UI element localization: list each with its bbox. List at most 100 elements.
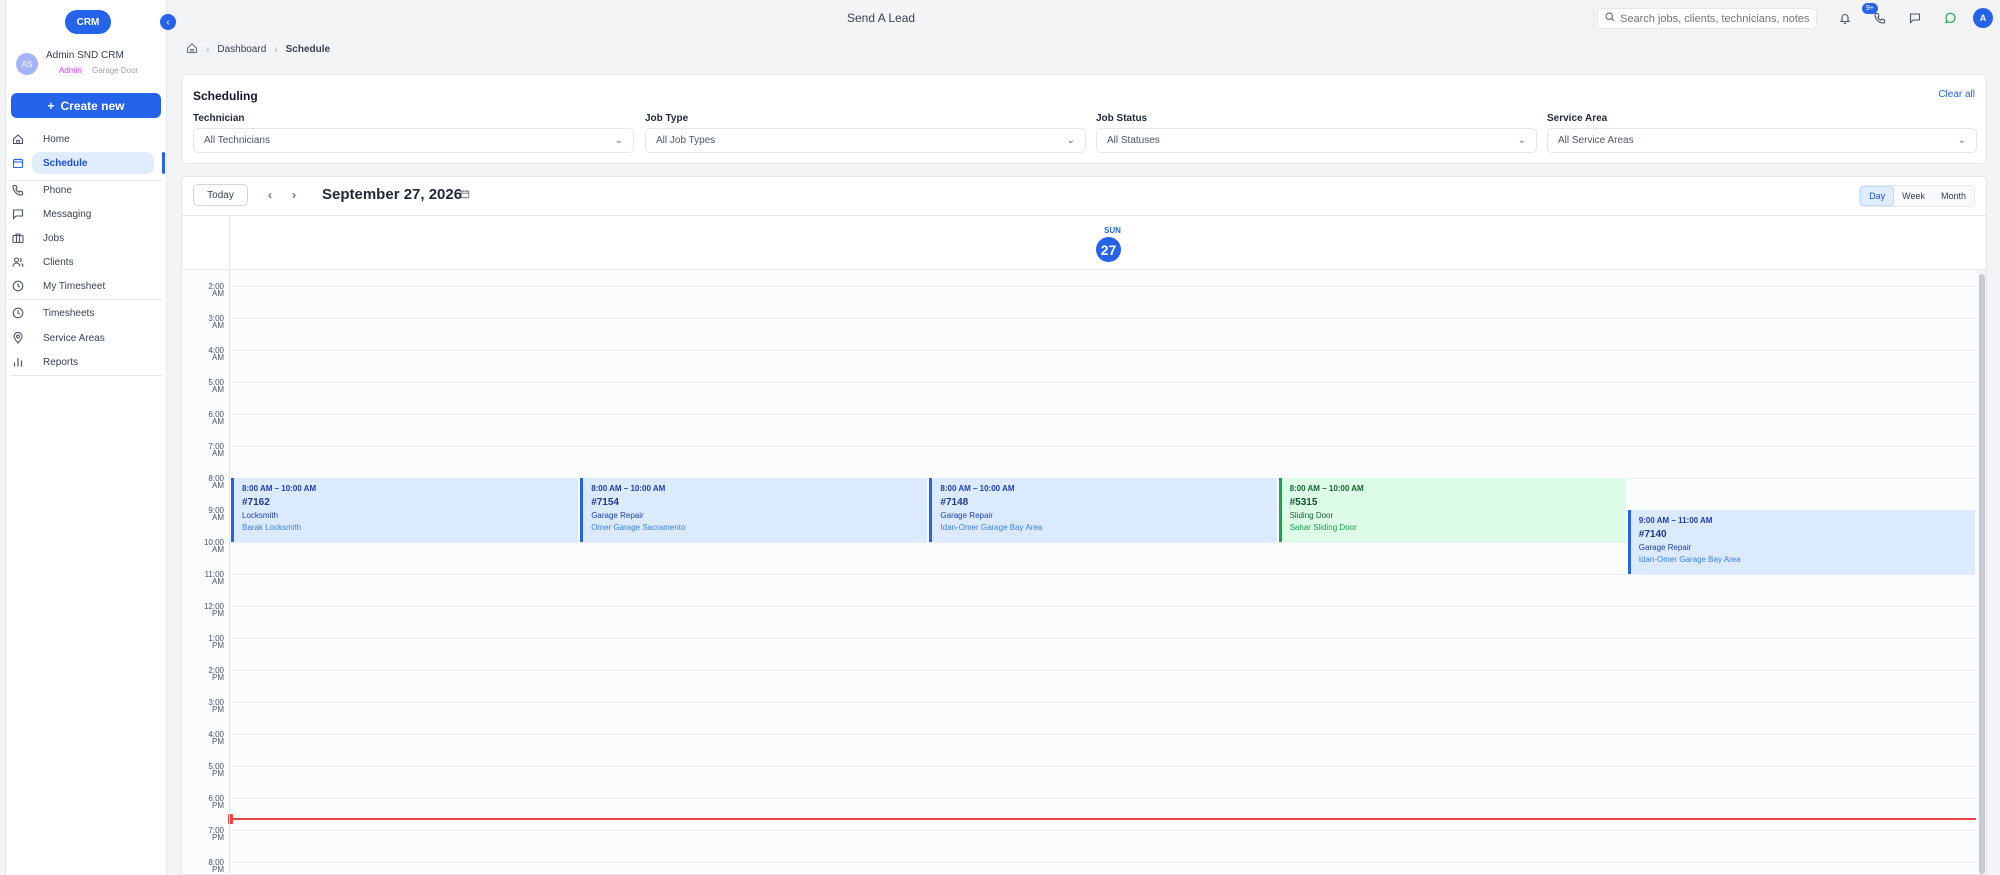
event-card[interactable]: 8:00 AM – 10:00 AM #7162 Locksmith Barak Lo… [231,478,579,542]
current-time-line [229,817,1976,820]
hour-label: 8:00 AM [208,474,224,490]
crm-logo[interactable]: CRM [65,10,111,34]
job-status-select[interactable]: All Statuses ⌄ [1096,128,1537,153]
sidebar-item-phone[interactable]: Phone [6,179,166,201]
hour-line [229,798,1976,799]
scrollbar-thumb[interactable] [1979,274,1985,874]
hour-label: 9:00 AM [208,506,224,522]
chevron-right-icon: › [206,43,210,55]
avatar[interactable]: A [1973,8,1993,28]
sidebar: CRM ‹ AS Admin SND CRM Admin Garage Door… [5,0,176,875]
bell-icon[interactable] [1837,10,1853,26]
chevron-right-icon[interactable]: › [285,185,303,205]
chevron-left-icon[interactable]: ‹ [261,185,279,205]
time-grid[interactable]: 2:00 AM 3:00 AM 4:00 AM 5:00 AM 6:00 AM 7:00 AM 8:00… [182,270,1986,874]
phone-icon [12,184,24,196]
select-value: All Technicians [204,135,270,146]
view-month-button[interactable]: Month [1933,186,1974,206]
hour-label: 7:00 PM [208,826,224,842]
select-value: All Service Areas [1558,135,1634,146]
sidebar-item-reports[interactable]: Reports [6,351,166,373]
org-name: Garage Door [92,66,139,75]
event-time: 8:00 AM – 10:00 AM [1289,484,1364,493]
sidebar-item-messaging[interactable]: Messaging [6,203,166,225]
hour-label: 5:00 PM [208,762,224,778]
event-technician: Barak Locksmith [242,523,302,532]
technician-select[interactable]: All Technicians ⌄ [193,128,634,153]
clock-icon [12,307,24,319]
calendar-date-title: September 27, 2026 [322,186,463,203]
search-input[interactable] [1620,12,1810,25]
event-card[interactable]: 8:00 AM – 10:00 AM #7154 Garage Repair Omer… [580,478,928,542]
sidebar-item-home[interactable]: Home [6,128,166,150]
collapse-sidebar-button[interactable]: ‹ [160,14,176,30]
hour-label: 4:00 PM [208,730,224,746]
sidebar-item-label: Phone [43,184,72,196]
hour-label: 5:00 AM [208,378,224,394]
sidebar-item-jobs[interactable]: Jobs [6,227,166,249]
hour-label: 2:00 PM [208,666,224,682]
chat-icon[interactable] [1907,10,1923,26]
view-week-button[interactable]: Week [1894,186,1933,206]
sidebar-item-schedule[interactable]: Schedule [6,152,166,174]
event-type: Garage Repair [1638,543,1692,552]
role-badge: Admin [55,65,86,76]
event-card[interactable]: 9:00 AM – 11:00 AM #7140 Garage Repair Idan… [1627,510,1975,574]
filter-label: Job Status [1096,113,1148,124]
clock-icon [12,280,24,292]
hour-line [229,606,1976,607]
global-search[interactable] [1597,8,1817,29]
event-id: #7140 [1638,529,1667,540]
service-area-select[interactable]: All Service Areas ⌄ [1547,128,1977,153]
hour-label: 12:00 PM [203,602,224,618]
event-technician: Sahar Sliding Door [1289,523,1357,532]
sidebar-item-timesheets[interactable]: Timesheets [6,302,166,324]
day-number[interactable]: 27 [1096,237,1121,262]
whatsapp-icon[interactable] [1942,10,1958,26]
hour-line [229,382,1976,383]
sidebar-item-my-timesheet[interactable]: My Timesheet [6,275,166,297]
hour-line [229,414,1976,415]
calendar-icon[interactable] [460,189,470,202]
home-icon [12,133,24,145]
clear-all-link[interactable]: Clear all [1938,89,1975,100]
user-name: Admin SND CRM [46,50,124,61]
create-new-button[interactable]: + Create new [11,93,161,118]
technician-filter: Technician All Technicians ⌄ [193,113,634,153]
calendar-scrollbar[interactable] [1978,270,1986,874]
event-type: Garage Repair [940,511,993,520]
filter-label: Job Type [645,113,689,124]
event-time: 9:00 AM – 11:00 AM [1638,516,1713,525]
user-profile[interactable]: AS Admin SND CRM Admin Garage Door [16,50,166,78]
hour-label: 2:00 AM [208,282,224,298]
notification-badge: 9+ [1862,3,1878,14]
filters-title: Scheduling [193,89,258,103]
app-title: Send A Lead [847,11,916,25]
sidebar-item-clients[interactable]: Clients [6,251,166,273]
sidebar-item-label: Home [43,133,70,145]
sidebar-item-label: Service Areas [43,332,105,344]
day-name: SUN [1104,226,1121,235]
sidebar-item-service-areas[interactable]: Service Areas [6,327,166,349]
hour-line [229,446,1976,447]
hour-label: 1:00 PM [208,634,224,650]
event-card[interactable]: 8:00 AM – 10:00 AM #7148 Garage Repair Idan… [929,478,1277,542]
hour-line [229,318,1976,319]
view-day-button[interactable]: Day [1860,186,1895,206]
sidebar-item-label: Timesheets [43,307,95,319]
sidebar-item-label: Jobs [43,232,65,244]
top-bar: Send A Lead 9+ A [167,0,2000,37]
event-technician: Omer Garage Sacramento [591,523,686,532]
job-type-select[interactable]: All Job Types ⌄ [645,128,1086,153]
event-technician: Idan-Omer Garage Bay Area [1638,555,1741,564]
event-card[interactable]: 8:00 AM – 10:00 AM #5315 Sliding Door Sahar… [1278,478,1626,542]
home-icon[interactable] [186,42,198,57]
breadcrumb-dashboard[interactable]: Dashboard [217,44,266,55]
chevron-down-icon: ⌄ [1066,135,1075,146]
event-id: #7154 [591,497,619,508]
event-id: #7162 [242,497,270,508]
hour-label: 6:00 PM [208,794,224,810]
hour-label: 10:00 AM [203,538,224,554]
today-button[interactable]: Today [193,184,248,206]
event-type: Sliding Door [1289,511,1334,520]
